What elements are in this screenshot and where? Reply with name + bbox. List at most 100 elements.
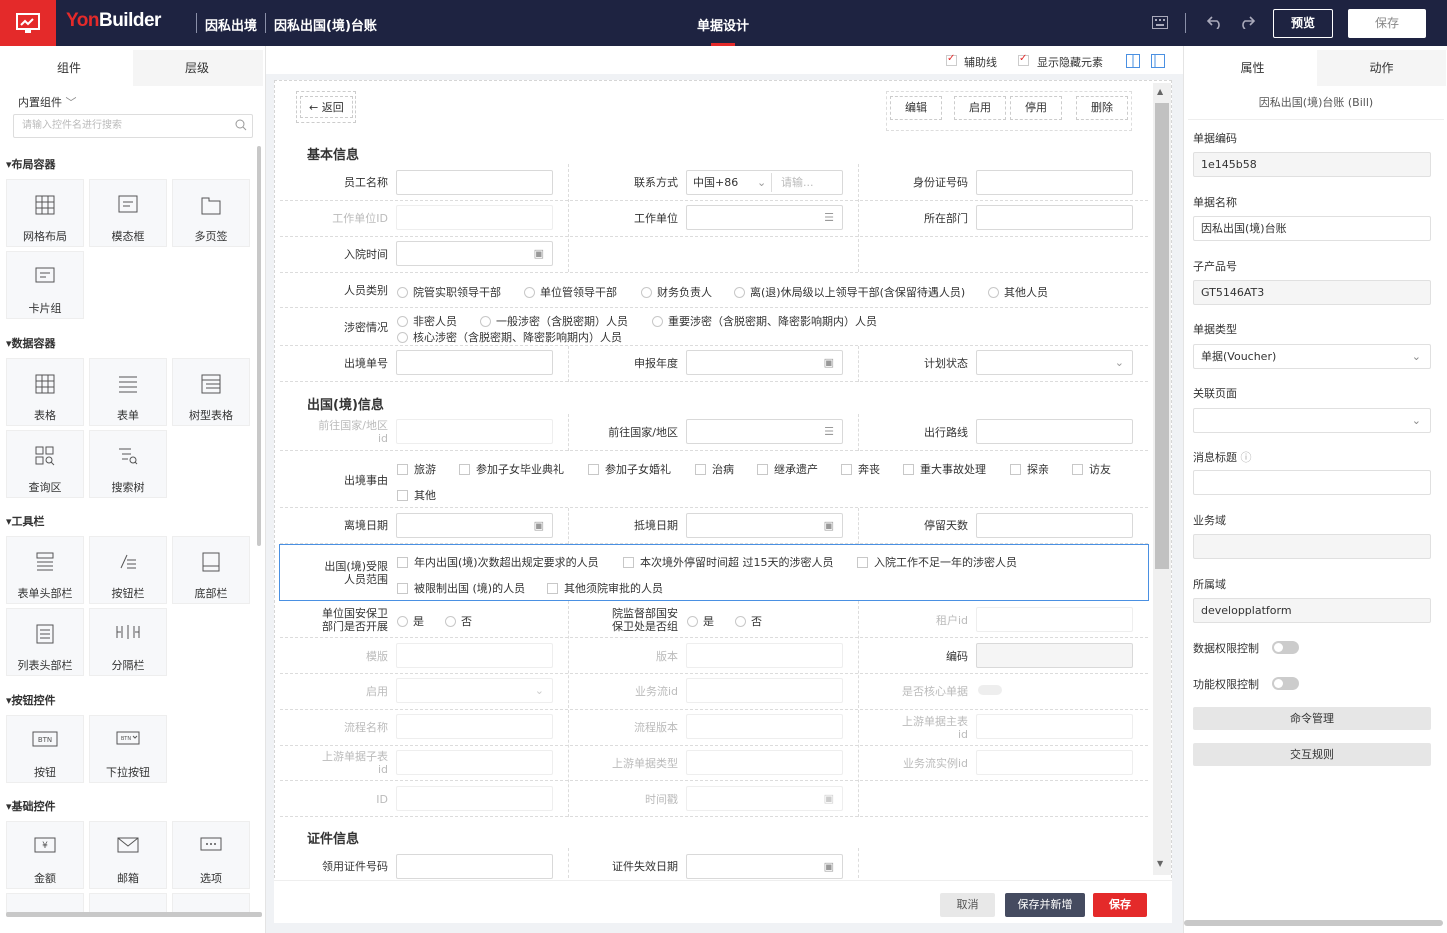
arrive-date-input[interactable]: ▣	[686, 513, 843, 538]
restricted-option[interactable]: 被限制出国 (境)的人员	[397, 580, 525, 596]
dept-security-yes[interactable]: 是	[687, 613, 714, 629]
reason-option[interactable]: 奔丧	[841, 461, 880, 477]
list-icon[interactable]: ☰	[824, 206, 834, 229]
tile-dropdown-button[interactable]: BTN 下拉按钮	[89, 715, 167, 783]
reason-option[interactable]: 访友	[1072, 461, 1111, 477]
exit-no-input[interactable]	[396, 350, 553, 375]
bizflow-id-input[interactable]	[686, 678, 843, 703]
reason-option[interactable]: 探亲	[1010, 461, 1049, 477]
route-input[interactable]	[976, 419, 1133, 444]
section-layout[interactable]: ▾布局容器	[6, 156, 56, 172]
tile-query[interactable]: 查询区	[6, 430, 84, 498]
entry-time-input[interactable]: ▣	[396, 241, 553, 266]
is-core-toggle[interactable]	[978, 685, 1002, 695]
chevron-down-icon[interactable]: ⌄	[535, 679, 544, 702]
person-type-option[interactable]: 其他人员	[988, 284, 1048, 300]
tile-more-1[interactable]	[6, 893, 84, 913]
unit-security-no[interactable]: 否	[445, 613, 472, 629]
dest-country-id-input[interactable]	[396, 419, 553, 444]
country-code-select[interactable]: 中国+86	[693, 176, 738, 189]
owner-domain-input[interactable]: developplatform	[1193, 598, 1431, 623]
tile-footer-bar[interactable]: 底部栏	[172, 536, 250, 604]
layout-split-icon[interactable]	[1123, 51, 1143, 71]
domain-input[interactable]	[1193, 534, 1431, 559]
calendar-icon[interactable]: ▣	[824, 351, 834, 374]
reason-option[interactable]: 其他	[397, 487, 436, 503]
calendar-icon[interactable]: ▣	[824, 855, 834, 878]
upstream-type-input[interactable]	[686, 750, 843, 775]
calendar-icon[interactable]: ▣	[824, 514, 834, 537]
bizflow-instance-input[interactable]	[976, 750, 1133, 775]
employee-name-input[interactable]	[396, 170, 553, 195]
tab-layers[interactable]: 层级	[133, 50, 261, 86]
person-type-option[interactable]: 单位管领导干部	[524, 284, 617, 300]
redo-icon[interactable]	[1237, 12, 1257, 32]
stay-days-input[interactable]	[976, 513, 1133, 538]
keyboard-icon[interactable]	[1150, 12, 1170, 32]
left-h-scrollbar[interactable]	[6, 912, 262, 917]
template-input[interactable]	[396, 643, 553, 668]
data-perm-toggle[interactable]	[1272, 641, 1299, 654]
left-scrollbar[interactable]	[257, 146, 261, 546]
chevron-down-icon[interactable]: ⌄	[757, 171, 766, 194]
func-perm-toggle[interactable]	[1272, 677, 1299, 690]
tile-option[interactable]: 选项	[172, 821, 250, 889]
reason-option[interactable]: 继承遗产	[757, 461, 818, 477]
calendar-icon[interactable]: ▣	[534, 514, 544, 537]
save-and-new-button[interactable]: 保存并新增	[1005, 893, 1085, 917]
preview-button[interactable]: 预览	[1273, 9, 1333, 38]
disable-button[interactable]: 停用	[1010, 96, 1062, 120]
command-management-button[interactable]: 命令管理	[1193, 707, 1431, 730]
cert-expiry-input[interactable]: ▣	[686, 854, 843, 879]
tile-amount[interactable]: ¥ 金额	[6, 821, 84, 889]
unit-security-yes[interactable]: 是	[397, 613, 424, 629]
chevron-down-icon[interactable]: ⌄	[1115, 351, 1124, 374]
app-logo-icon[interactable]	[0, 0, 56, 46]
breadcrumb-module[interactable]: 因私出境	[205, 15, 257, 34]
search-icon[interactable]	[235, 118, 247, 140]
calendar-icon[interactable]: ▣	[824, 787, 834, 810]
edit-button[interactable]: 编辑	[890, 96, 942, 120]
list-icon[interactable]: ☰	[824, 420, 834, 443]
contact-input[interactable]: 中国+86 ⌄ 请输...	[686, 170, 843, 195]
person-type-option[interactable]: 离(退)休局级以上领导干部(含保留待遇人员)	[734, 284, 965, 300]
id-input[interactable]	[396, 786, 553, 811]
secret-option[interactable]: 一般涉密（含脱密期）人员	[480, 313, 628, 329]
upstream-main-input[interactable]	[976, 714, 1133, 739]
tile-header-bar[interactable]: 表单头部栏	[6, 536, 84, 604]
save-button-top[interactable]: 保存	[1348, 9, 1426, 38]
dept-security-no[interactable]: 否	[735, 613, 762, 629]
reason-option[interactable]: 旅游	[397, 461, 436, 477]
guides-checkbox[interactable]	[946, 53, 957, 66]
show-hidden-checkbox[interactable]	[1018, 53, 1029, 66]
tile-email[interactable]: 邮箱	[89, 821, 167, 889]
tile-search-tree[interactable]: 搜索树	[89, 430, 167, 498]
id-number-input[interactable]	[976, 170, 1133, 195]
upstream-sub-input[interactable]	[396, 750, 553, 775]
restricted-option[interactable]: 入院工作不足一年的涉密人员	[857, 554, 1017, 570]
tab-components[interactable]: 组件	[5, 50, 133, 86]
work-unit-id-input[interactable]	[396, 205, 553, 230]
right-h-scrollbar[interactable]	[1184, 920, 1443, 926]
section-toolbar[interactable]: ▾工具栏	[6, 513, 45, 529]
cancel-button[interactable]: 取消	[940, 893, 995, 917]
undo-icon[interactable]	[1205, 12, 1225, 32]
reason-option[interactable]: 治病	[695, 461, 734, 477]
person-type-option[interactable]: 财务负责人	[641, 284, 712, 300]
tile-more-3[interactable]	[172, 893, 250, 913]
msg-title-input[interactable]	[1193, 470, 1431, 495]
tile-button[interactable]: BTN 按钮	[6, 715, 84, 783]
tab-actions[interactable]: 动作	[1317, 50, 1446, 86]
back-button[interactable]: ← 返回	[300, 96, 353, 118]
interaction-rules-button[interactable]: 交互规则	[1193, 743, 1431, 766]
secret-option[interactable]: 核心涉密（含脱密期、降密影响期内）人员	[397, 329, 622, 345]
enabled-select[interactable]: ⌄	[396, 678, 553, 703]
component-search-input[interactable]: 请输入控件名进行搜索	[13, 114, 253, 138]
code-input[interactable]	[976, 643, 1133, 668]
report-year-input[interactable]: ▣	[686, 350, 843, 375]
sub-product-input[interactable]: GT5146AT3	[1193, 280, 1431, 305]
process-name-input[interactable]	[396, 714, 553, 739]
chevron-down-icon[interactable]: ⌄	[1412, 409, 1421, 432]
tile-table[interactable]: 表格	[6, 358, 84, 426]
secret-option[interactable]: 重要涉密（含脱密期、降密影响期内）人员	[652, 313, 877, 329]
